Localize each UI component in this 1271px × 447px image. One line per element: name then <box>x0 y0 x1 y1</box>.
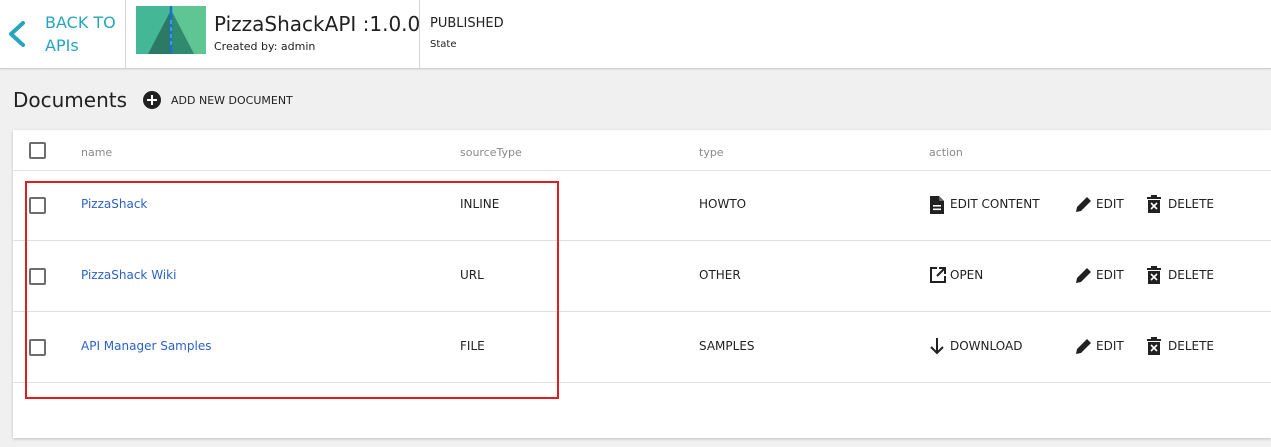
column-header-type: type <box>699 146 724 159</box>
delete-label: DELETE <box>1168 197 1215 211</box>
row-checkbox[interactable] <box>29 268 46 285</box>
api-created-by: Created by: admin <box>214 40 316 53</box>
api-state-label: State <box>430 39 457 50</box>
edit-content-label: EDIT CONTENT <box>950 197 1040 211</box>
row-checkbox[interactable] <box>29 339 46 356</box>
file-document-icon <box>930 196 944 214</box>
chevron-left-icon <box>9 21 25 47</box>
trash-icon <box>1147 266 1161 284</box>
document-name-link[interactable]: PizzaShack Wiki <box>81 268 176 282</box>
pencil-icon <box>1076 339 1091 354</box>
column-header-name: name <box>81 146 113 159</box>
table-row: PizzaShack Wiki URL OTHER OPEN EDIT DELE… <box>13 241 1271 312</box>
open-in-new-icon <box>930 267 946 283</box>
document-name-link[interactable]: API Manager Samples <box>81 339 211 353</box>
table-row: PizzaShack INLINE HOWTO EDIT CONTENT EDI… <box>13 170 1271 241</box>
column-header-source-type: sourceType <box>460 146 522 159</box>
trash-icon <box>1147 195 1161 213</box>
document-source-type: URL <box>460 268 484 282</box>
document-source-type: INLINE <box>460 197 500 211</box>
api-state-value: PUBLISHED <box>430 16 504 31</box>
open-label: OPEN <box>950 268 984 282</box>
document-type: OTHER <box>699 268 741 282</box>
document-name-link[interactable]: PizzaShack <box>81 197 147 211</box>
arrow-down-icon <box>930 338 944 355</box>
download-label: DOWNLOAD <box>950 339 1023 353</box>
column-header-action: action <box>929 146 963 159</box>
back-to-apis-button[interactable]: BACK TO APIs <box>0 0 126 68</box>
document-source-type: FILE <box>460 339 485 353</box>
documents-table: name sourceType type action PizzaShack I… <box>13 130 1271 438</box>
edit-label: EDIT <box>1096 339 1124 353</box>
back-to-apis-label: BACK TO APIs <box>45 13 116 55</box>
api-header: BACK TO APIs PizzaShackAPI :1.0.0 Create… <box>0 0 1271 69</box>
document-type: SAMPLES <box>699 339 755 353</box>
select-all-checkbox[interactable] <box>29 142 46 159</box>
page-title: Documents <box>13 88 128 112</box>
api-thumbnail <box>136 6 206 54</box>
add-new-document-label: ADD NEW DOCUMENT <box>171 94 293 107</box>
table-header-row: name sourceType type action <box>13 130 1271 171</box>
pencil-icon <box>1076 268 1091 283</box>
pencil-icon <box>1076 197 1091 212</box>
delete-label: DELETE <box>1168 339 1215 353</box>
trash-icon <box>1147 337 1161 355</box>
table-row: API Manager Samples FILE SAMPLES DOWNLOA… <box>13 312 1271 383</box>
header-divider <box>419 0 420 68</box>
document-type: HOWTO <box>699 197 747 211</box>
edit-label: EDIT <box>1096 197 1124 211</box>
add-circle-icon <box>143 91 161 109</box>
row-checkbox[interactable] <box>29 197 46 214</box>
edit-label: EDIT <box>1096 268 1124 282</box>
api-title: PizzaShackAPI :1.0.0 <box>214 12 421 36</box>
delete-label: DELETE <box>1168 268 1215 282</box>
